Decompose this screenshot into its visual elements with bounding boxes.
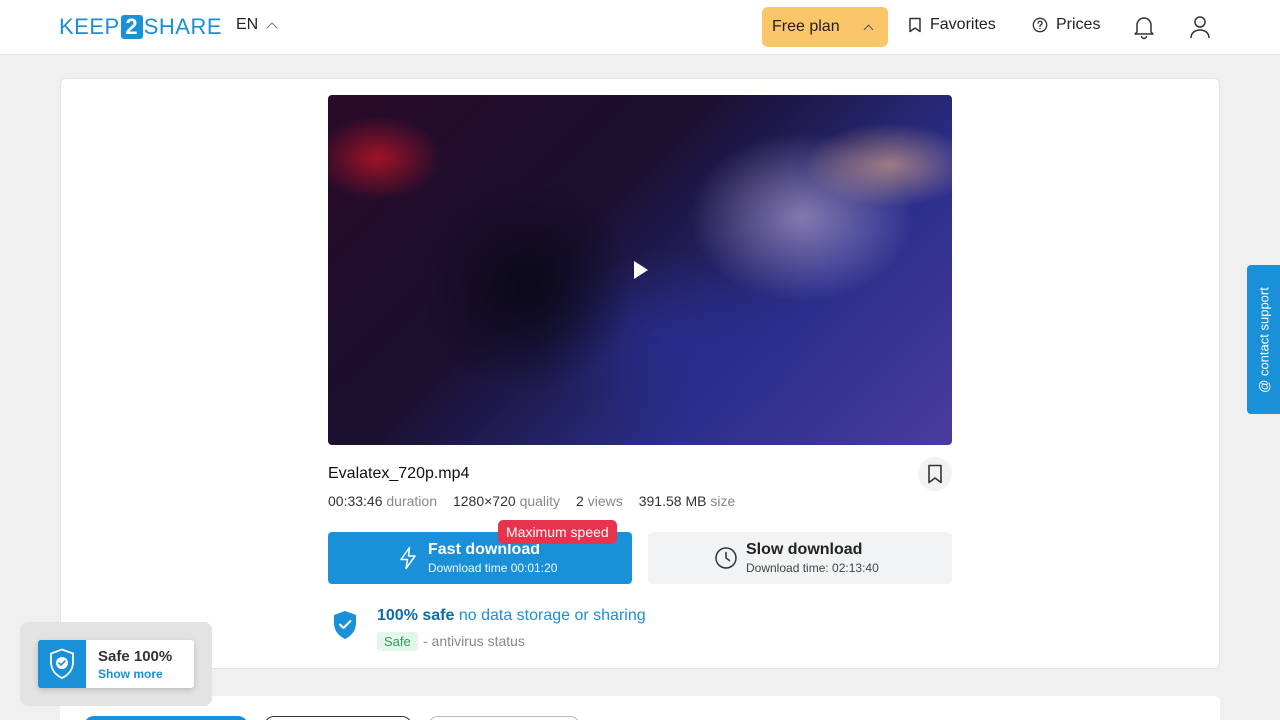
bell-icon[interactable] — [1132, 14, 1156, 40]
top-header: KEEP 2 SHARE EN Free plan Favorites Pric… — [0, 0, 1280, 55]
safety-text: no data storage or sharing — [458, 607, 646, 624]
views-label: views — [587, 493, 623, 509]
maximum-speed-badge: Maximum speed — [498, 520, 617, 544]
meta-duration: 00:33:46 duration — [328, 493, 437, 509]
language-label: EN — [236, 16, 259, 33]
quality-label: quality — [519, 493, 561, 509]
logo-text-right: SHARE — [143, 14, 222, 39]
chevron-up-icon — [863, 24, 874, 34]
add-to-favorites-button[interactable] — [918, 457, 952, 491]
shield-check-icon — [334, 611, 356, 639]
contact-support-tab[interactable]: @ contact support — [1247, 265, 1280, 414]
prices-link[interactable]: Prices — [1032, 16, 1100, 34]
size-value: 391.58 MB — [638, 493, 707, 509]
play-icon[interactable] — [634, 261, 648, 279]
video-preview[interactable] — [328, 95, 952, 445]
logo-text-mid: 2 — [120, 15, 143, 39]
meta-views: 2 views — [576, 493, 623, 509]
bookmark-icon — [928, 464, 942, 484]
antivirus-status-text: - antivirus status — [423, 633, 525, 649]
fast-download-time: Download time 00:01:20 — [428, 561, 558, 575]
question-circle-icon — [1032, 17, 1048, 33]
prices-label: Prices — [1056, 16, 1101, 33]
meta-quality: 1280×720 quality — [453, 493, 560, 509]
bookmark-icon — [909, 17, 921, 33]
tab-third[interactable] — [428, 716, 580, 720]
show-more-link[interactable]: Show more — [98, 667, 163, 681]
shield-check-icon — [38, 640, 86, 688]
chevron-up-icon — [266, 21, 278, 34]
safe-100-widget[interactable]: Safe 100% Show more — [38, 640, 194, 688]
file-meta: 00:33:46 duration 1280×720 quality 2 vie… — [328, 493, 735, 509]
language-selector[interactable]: EN — [236, 16, 278, 34]
favorites-label: Favorites — [930, 16, 996, 33]
tab-second[interactable] — [264, 716, 412, 720]
quality-value: 1280×720 — [452, 493, 516, 509]
views-value: 2 — [576, 493, 584, 509]
logo-text-left: KEEP — [59, 14, 120, 39]
lightning-icon — [400, 546, 416, 570]
file-name: Evalatex_720p.mp4 — [328, 465, 470, 482]
safety-statement: 100% safe no data storage or sharing — [377, 607, 646, 625]
clock-icon — [715, 547, 737, 569]
slow-download-button[interactable]: Slow download Download time: 02:13:40 — [648, 532, 952, 584]
duration-value: 00:33:46 — [328, 493, 383, 509]
safe-status-tag: Safe — [377, 632, 418, 651]
user-icon[interactable] — [1188, 14, 1212, 40]
safe-widget-title: Safe 100% — [98, 648, 173, 665]
size-label: size — [710, 493, 736, 509]
free-plan-button[interactable]: Free plan — [762, 7, 888, 47]
slow-download-title: Slow download — [746, 541, 863, 558]
favorites-link[interactable]: Favorites — [908, 16, 996, 34]
keep2share-logo[interactable]: KEEP 2 SHARE — [59, 14, 222, 40]
slow-download-time: Download time: 02:13:40 — [746, 561, 879, 575]
plan-label: Free plan — [772, 18, 840, 35]
contact-support-label: @ contact support — [1256, 286, 1271, 393]
safety-bold: 100% safe — [377, 607, 455, 624]
duration-label: duration — [386, 493, 437, 509]
meta-size: 391.58 MB size — [639, 493, 736, 509]
tab-first[interactable] — [84, 716, 248, 720]
